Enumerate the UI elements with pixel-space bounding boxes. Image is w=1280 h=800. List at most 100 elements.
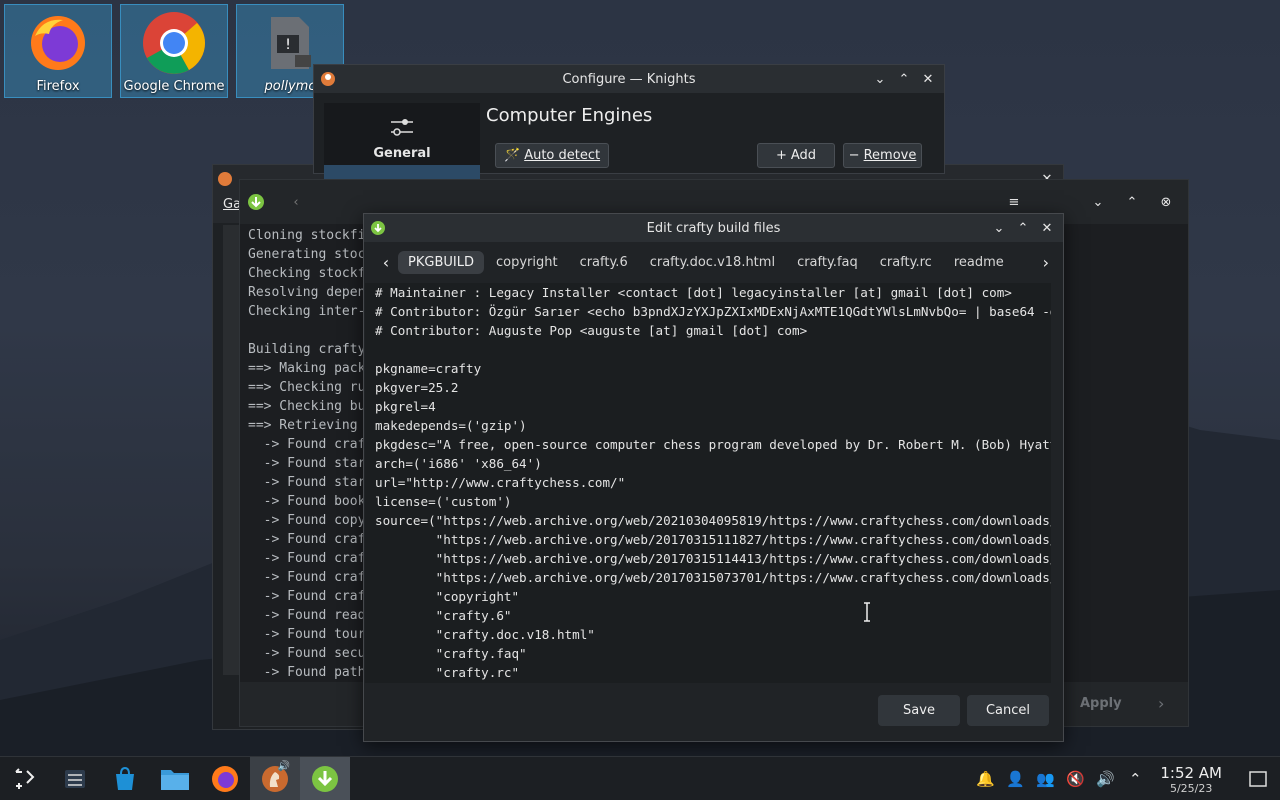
code-line[interactable] [375, 340, 1051, 359]
code-line[interactable]: # Contributor: Özgür Sarıer <echo b3pndX… [375, 302, 1051, 321]
taskbar-firefox[interactable] [200, 757, 250, 800]
audio-playing-icon: 🔊 [277, 760, 290, 772]
minimize-icon[interactable]: ⌄ [868, 67, 892, 91]
firefox-icon [212, 765, 238, 792]
folder-icon [161, 769, 189, 790]
code-line[interactable]: "crafty.rc" [375, 663, 1051, 682]
code-line[interactable]: "https://web.archive.org/web/20170315073… [375, 568, 1051, 587]
maximize-icon[interactable]: ⌃ [892, 67, 916, 91]
users-icon[interactable]: 👥 [1030, 757, 1060, 800]
hamburger-menu-icon[interactable]: ≡ [1002, 190, 1026, 214]
remove-engine-button[interactable]: − Remove [843, 143, 922, 168]
application-launcher[interactable] [0, 757, 50, 800]
save-button[interactable]: Save [878, 695, 960, 726]
desktop-icon-firefox[interactable]: Firefox [4, 4, 112, 98]
code-line[interactable]: license=('custom') [375, 492, 1051, 511]
taskbar-file-manager[interactable] [150, 757, 200, 800]
auto-detect-label: Auto detect [524, 148, 601, 163]
sliders-icon [391, 119, 413, 136]
code-line[interactable]: pkgdesc="A free, open-source computer ch… [375, 435, 1051, 454]
file-tabs: ‹ PKGBUILD copyright crafty.6 crafty.doc… [364, 242, 1063, 282]
code-editor[interactable]: # Maintainer : Legacy Installer <contact… [365, 283, 1051, 686]
notifications-icon[interactable]: 🔔 [970, 757, 1000, 800]
show-desktop-icon[interactable] [1236, 757, 1280, 800]
firefox-icon [26, 11, 90, 75]
audio-muted-icon[interactable]: 🔇 [1060, 757, 1090, 800]
edit-build-files-dialog: Edit crafty build files ⌄ ⌃ ✕ ‹ PKGBUILD… [363, 213, 1064, 742]
chrome-icon [142, 11, 206, 75]
code-line[interactable]: "crafty.6" [375, 606, 1051, 625]
code-text[interactable]: # Maintainer : Legacy Installer <contact… [365, 283, 1051, 686]
search-icon[interactable] [1036, 190, 1076, 214]
tabs-scroll-left-icon[interactable]: ‹ [374, 250, 398, 274]
taskbar-system-settings[interactable] [50, 757, 100, 800]
code-line[interactable]: # Maintainer : Legacy Installer <contact… [375, 283, 1051, 302]
code-line[interactable]: pkgver=25.2 [375, 378, 1051, 397]
desktop-icon-chrome[interactable]: Google Chrome [120, 4, 228, 98]
log-line: -> Found craf [248, 570, 366, 585]
configure-titlebar: Configure — Knights ⌄ ⌃ ✕ [314, 65, 944, 93]
auto-detect-button[interactable]: 🪄 Auto detect [495, 143, 610, 168]
code-line[interactable]: pkgrel=4 [375, 397, 1051, 416]
tab-crafty-6[interactable]: crafty.6 [570, 251, 638, 274]
taskbar-pamac[interactable] [300, 756, 350, 800]
code-line[interactable]: "crafty.doc.v18.html" [375, 625, 1051, 644]
close-icon[interactable]: ✕ [916, 67, 940, 91]
configure-window: Configure — Knights ⌄ ⌃ ✕ General Comput… [313, 64, 945, 185]
code-line[interactable]: "https://web.archive.org/web/20170315114… [375, 549, 1051, 568]
tab-crafty-doc[interactable]: crafty.doc.v18.html [640, 251, 785, 274]
tab-pkgbuild[interactable]: PKGBUILD [398, 250, 484, 274]
code-line[interactable]: url="http://www.craftychess.com/" [375, 473, 1051, 492]
taskbar: 🔊 🔔 👤 👥 🔇 🔊 ⌃ 1:52 AM 5/25/23 [0, 756, 1280, 800]
knights-app-icon [316, 67, 340, 91]
tabs-scroll-right-icon[interactable]: › [1034, 250, 1058, 274]
tab-copyright[interactable]: copyright [486, 251, 568, 274]
tab-readme[interactable]: readme [944, 251, 1014, 274]
add-engine-button[interactable]: + Add [757, 143, 835, 168]
code-line[interactable]: "https://web.archive.org/web/20170315111… [375, 530, 1051, 549]
desktop-icon-label: pollymc [264, 79, 316, 94]
log-line: Checking stockf [248, 266, 366, 281]
dialog-title: Edit crafty build files [646, 220, 781, 236]
sidebar-item-general[interactable]: General [324, 103, 480, 165]
tab-crafty-faq[interactable]: crafty.faq [787, 251, 868, 274]
wand-icon: 🪄 [504, 148, 521, 163]
log-line: -> Found craf [248, 532, 366, 547]
code-line[interactable]: makedepends=('gzip') [375, 416, 1051, 435]
window-title: Configure — Knights [562, 71, 696, 87]
code-line[interactable]: "crafty.faq" [375, 644, 1051, 663]
log-line: Cloning stockfi [248, 228, 366, 243]
volume-icon[interactable]: 🔊 [1090, 757, 1120, 800]
log-line: Checking inter- [248, 304, 366, 319]
user-icon[interactable]: 👤 [1000, 757, 1030, 800]
cancel-button[interactable]: Cancel [967, 695, 1049, 726]
pamac-app-icon [366, 216, 390, 240]
tab-crafty-rc[interactable]: crafty.rc [870, 251, 942, 274]
code-line[interactable]: # Contributor: Auguste Pop <auguste [at]… [375, 321, 1051, 340]
code-line[interactable]: "copyright" [375, 587, 1051, 606]
taskbar-discover[interactable] [100, 757, 150, 800]
pamac-app-icon [312, 765, 338, 792]
chevron-up-icon[interactable]: ⌃ [1120, 757, 1150, 800]
maximize-icon[interactable]: ⌃ [1120, 190, 1144, 214]
log-line: Building crafty [248, 342, 366, 357]
remove-label: Remove [863, 148, 917, 163]
clock[interactable]: 1:52 AM 5/25/23 [1160, 764, 1222, 795]
page-title: Computer Engines [486, 105, 653, 126]
minimize-icon[interactable]: ⌄ [1086, 190, 1110, 214]
log-line: -> Found copy [248, 513, 366, 528]
close-icon[interactable]: ✕ [1035, 216, 1059, 240]
code-line[interactable]: source=("https://web.archive.org/web/202… [375, 511, 1051, 530]
launcher-icon [15, 767, 35, 789]
taskbar-knights[interactable]: 🔊 [250, 756, 300, 800]
maximize-icon[interactable]: ⌃ [1011, 216, 1035, 240]
code-line[interactable]: arch=('i686' 'x86_64') [375, 454, 1051, 473]
configure-sidebar: General [324, 103, 480, 185]
back-arrow-icon[interactable]: ‹ [284, 190, 308, 214]
apply-button[interactable]: Apply [1080, 696, 1122, 711]
code-line[interactable]: pkgname=crafty [375, 359, 1051, 378]
chevron-right-icon[interactable]: › [1158, 694, 1164, 713]
log-line: ==> Retrieving [248, 418, 358, 433]
close-icon[interactable]: ⊗ [1154, 190, 1178, 214]
minimize-icon[interactable]: ⌄ [987, 216, 1011, 240]
